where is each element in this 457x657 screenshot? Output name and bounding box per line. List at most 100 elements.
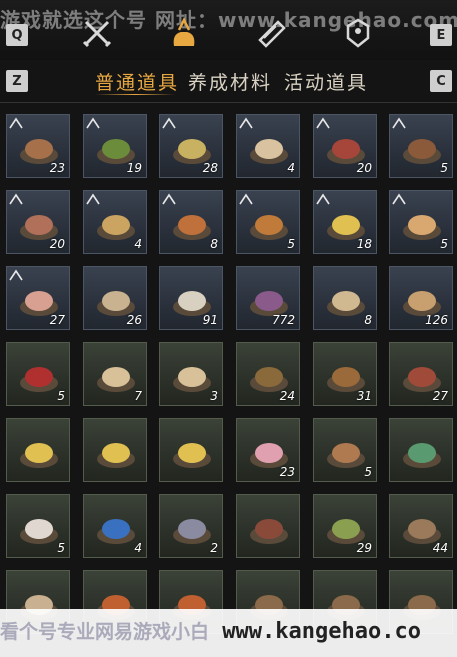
item-quantity: 7 bbox=[134, 389, 142, 403]
inventory-slot-horn[interactable]: 126 bbox=[389, 266, 453, 330]
inventory-slot-red-envelope[interactable]: 5 bbox=[6, 342, 70, 406]
blue-pouch-icon bbox=[97, 519, 135, 544]
inventory-slot-dumpling-plate[interactable]: 4 bbox=[236, 114, 300, 178]
item-quantity: 5 bbox=[364, 465, 372, 479]
flatbread-icon bbox=[327, 443, 365, 468]
inventory-slot-meatball-plate[interactable]: 8 bbox=[159, 190, 223, 254]
mountain-badge-icon bbox=[239, 193, 253, 205]
inventory-slot-scrambled-egg-plate[interactable]: 18 bbox=[313, 190, 377, 254]
inventory-slot-lacquer-box[interactable] bbox=[236, 494, 300, 558]
key-e-hint[interactable]: E bbox=[430, 24, 452, 46]
tab-normal-items[interactable]: 普通道具 bbox=[95, 68, 179, 95]
inventory-slot-gold-ingot-tray[interactable] bbox=[83, 418, 147, 482]
mountain-badge-icon bbox=[9, 193, 23, 205]
gold-ingot-tray-icon bbox=[173, 443, 211, 468]
item-quantity: 5 bbox=[440, 237, 448, 251]
item-quantity: 27 bbox=[49, 313, 65, 327]
inventory-slot-plum-blossom[interactable]: 23 bbox=[236, 418, 300, 482]
item-quantity: 23 bbox=[49, 161, 65, 175]
inventory-slot-painting-scroll[interactable]: 26 bbox=[83, 266, 147, 330]
item-quantity: 4 bbox=[134, 237, 142, 251]
meatball-plate-icon bbox=[173, 215, 211, 240]
divider bbox=[0, 102, 457, 103]
inventory-slot-braised-dish-bowl[interactable]: 20 bbox=[313, 114, 377, 178]
mountain-badge-icon bbox=[9, 117, 23, 129]
inventory-slot-flatbread[interactable]: 5 bbox=[313, 418, 377, 482]
mountain-badge-icon bbox=[162, 193, 176, 205]
inventory-slot-peach-bun[interactable]: 27 bbox=[6, 266, 70, 330]
item-quantity: 27 bbox=[432, 389, 448, 403]
key-z-hint[interactable]: Z bbox=[6, 70, 28, 92]
inventory-slot-herb-dish[interactable]: 24 bbox=[236, 342, 300, 406]
inventory-slot-scroll[interactable]: 3 bbox=[159, 342, 223, 406]
inventory-slot-pancake-stack[interactable]: 5 bbox=[389, 190, 453, 254]
key-c-hint[interactable]: C bbox=[430, 70, 452, 92]
inventory-slot-ceramic-jar[interactable]: 91 bbox=[159, 266, 223, 330]
item-quantity: 31 bbox=[356, 389, 372, 403]
inventory-slot-staff[interactable]: 2 bbox=[159, 494, 223, 558]
inventory-slot-fried-chicken-plate[interactable]: 5 bbox=[236, 190, 300, 254]
item-quantity: 44 bbox=[432, 541, 448, 555]
item-quantity: 5 bbox=[57, 541, 65, 555]
watermark-bottom-url: www.kangehao.co bbox=[222, 619, 421, 644]
crossed-swords-icon[interactable] bbox=[80, 16, 114, 50]
item-quantity: 4 bbox=[134, 541, 142, 555]
inventory-slot-noodle-plate[interactable]: 28 bbox=[159, 114, 223, 178]
inventory-slot-grilled-meat-dish[interactable]: 23 bbox=[6, 114, 70, 178]
location-marker-icon[interactable] bbox=[341, 16, 375, 50]
item-quantity: 4 bbox=[287, 161, 295, 175]
inventory-slot-rope-tray[interactable]: 44 bbox=[389, 494, 453, 558]
inventory-slot-soup-pot[interactable]: 31 bbox=[313, 342, 377, 406]
staff-icon bbox=[173, 519, 211, 544]
gold-ingot-tray-icon bbox=[97, 443, 135, 468]
item-quantity: 20 bbox=[356, 161, 372, 175]
active-tab-indicator bbox=[95, 94, 175, 95]
pouch-icon[interactable] bbox=[167, 16, 201, 50]
item-quantity: 8 bbox=[364, 313, 372, 327]
watermark-bottom: 看个号专业网易游戏小白 www.kangehao.co bbox=[0, 617, 457, 644]
inventory-slot-paper-sheet[interactable]: 8 bbox=[313, 266, 377, 330]
item-quantity: 91 bbox=[202, 313, 218, 327]
item-quantity: 126 bbox=[425, 313, 448, 327]
item-quantity: 26 bbox=[126, 313, 142, 327]
item-quantity: 24 bbox=[279, 389, 295, 403]
item-quantity: 28 bbox=[202, 161, 218, 175]
key-q-hint[interactable]: Q bbox=[6, 24, 28, 46]
item-quantity: 5 bbox=[57, 389, 65, 403]
dumpling-plate-icon bbox=[250, 139, 288, 164]
fried-chicken-plate-icon bbox=[250, 215, 288, 240]
jade-teapot-icon bbox=[403, 443, 441, 468]
red-envelope-icon bbox=[20, 367, 58, 392]
item-quantity: 23 bbox=[279, 465, 295, 479]
inventory-slot-egg-bowl[interactable]: 4 bbox=[83, 190, 147, 254]
inventory-slot-green-gourd[interactable]: 19 bbox=[83, 114, 147, 178]
inventory-slot-silk-box[interactable]: 772 bbox=[236, 266, 300, 330]
inventory-slot-tea-leaves-tray[interactable]: 29 bbox=[313, 494, 377, 558]
mountain-badge-icon bbox=[392, 193, 406, 205]
item-quantity: 29 bbox=[356, 541, 372, 555]
mountain-badge-icon bbox=[239, 117, 253, 129]
inventory-slot-silver-ingot-pile[interactable]: 5 bbox=[6, 494, 70, 558]
inventory-slot-gold-ingot-tray[interactable] bbox=[159, 418, 223, 482]
scroll-icon bbox=[97, 367, 135, 392]
scroll-icon[interactable] bbox=[254, 16, 288, 50]
item-quantity: 772 bbox=[272, 313, 295, 327]
tab-growth-materials[interactable]: 养成材料 bbox=[188, 68, 272, 95]
item-quantity: 5 bbox=[287, 237, 295, 251]
item-quantity: 5 bbox=[440, 161, 448, 175]
mountain-badge-icon bbox=[162, 117, 176, 129]
inventory-slot-sliced-meat-plate[interactable]: 20 bbox=[6, 190, 70, 254]
inventory-slot-scroll[interactable]: 7 bbox=[83, 342, 147, 406]
inventory-slot-blue-pouch[interactable]: 4 bbox=[83, 494, 147, 558]
inventory-slot-spiced-bowl[interactable]: 27 bbox=[389, 342, 453, 406]
inventory-slot-jade-teapot[interactable] bbox=[389, 418, 453, 482]
inventory-slot-stew-pot[interactable]: 5 bbox=[389, 114, 453, 178]
mountain-badge-icon bbox=[316, 117, 330, 129]
mountain-badge-icon bbox=[9, 269, 23, 281]
inventory-slot-gold-ingot-tray[interactable] bbox=[6, 418, 70, 482]
tab-event-items[interactable]: 活动道具 bbox=[284, 68, 368, 95]
paper-sheet-icon bbox=[327, 291, 365, 316]
item-quantity: 20 bbox=[49, 237, 65, 251]
lacquer-box-icon bbox=[250, 519, 288, 544]
mountain-badge-icon bbox=[86, 117, 100, 129]
